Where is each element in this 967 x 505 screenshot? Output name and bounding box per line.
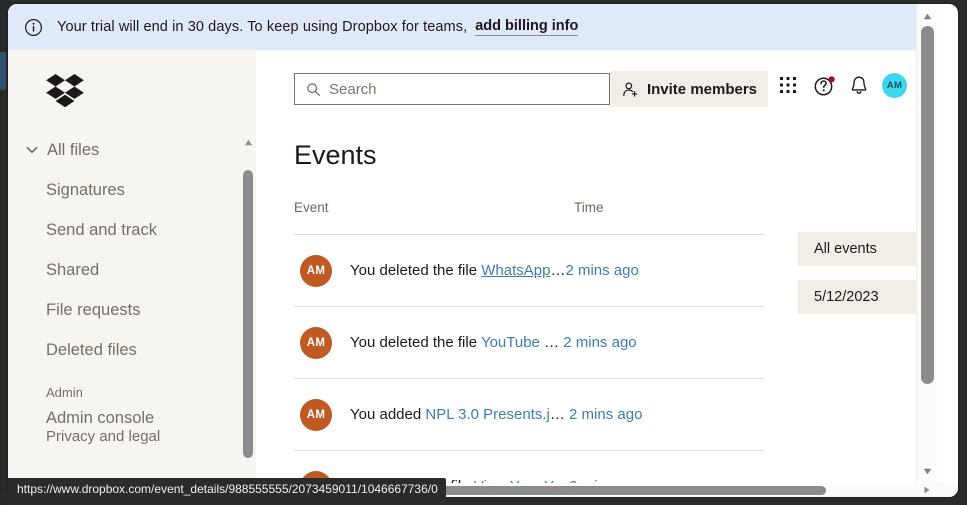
sidebar-scroll-up-arrow-icon[interactable] [240,134,256,150]
trial-banner: Your trial will end in 30 days. To keep … [8,4,937,50]
avatar: AM [300,255,332,287]
sidebar-item-label: Admin console [46,409,154,428]
events-table-header: Event Time [294,200,764,234]
sidebar-item-label: Send and track [46,221,157,240]
sidebar-item-label: Shared [46,261,99,280]
events-table: Event Time AM You deleted the file Whats… [294,200,764,483]
sidebar-item-label: File requests [46,301,140,320]
event-prefix: You deleted the file [350,262,481,279]
chevron-down-icon [23,141,41,159]
add-billing-info-link[interactable]: add billing info [475,18,578,36]
sidebar-item-deleted-files[interactable]: Deleted files [8,330,240,370]
sidebar-item-file-requests[interactable]: File requests [8,290,240,330]
avatar: AM [300,399,332,431]
sidebar-scroll-region: All files Signatures Send and track Shar… [8,130,240,483]
event-ellipsis: … [550,406,565,423]
sidebar-item-send-and-track[interactable]: Send and track [8,210,240,250]
invite-members-button[interactable]: Invite members [611,71,768,107]
sidebar-scrollbar-thumb[interactable] [243,170,253,458]
event-file-link[interactable]: YouTube [481,334,544,351]
column-header-time: Time [574,200,604,215]
page-vertical-scrollbar[interactable] [916,4,937,483]
sidebar-item-all-files[interactable]: All files [8,130,240,170]
window-accent-strip [0,52,6,90]
event-ellipsis: … [544,334,559,351]
column-header-event: Event [294,200,574,215]
scroll-right-arrow-icon[interactable] [917,483,937,497]
event-time[interactable]: 2 mins ago [569,406,642,423]
user-avatar[interactable]: AM [882,73,907,98]
avatar: AM [300,327,332,359]
browser-window: Your trial will end in 30 days. To keep … [8,4,958,497]
scrollbar-corner [937,483,958,497]
scroll-down-arrow-icon[interactable] [917,461,937,481]
sidebar-item-shared[interactable]: Shared [8,250,240,290]
event-prefix: You deleted the file [350,334,481,351]
desktop-background: Your trial will end in 30 days. To keep … [0,0,967,505]
help-circle-icon[interactable] [813,74,835,96]
invite-members-label: Invite members [647,81,757,98]
info-circle-icon [24,18,43,37]
page-vertical-scrollbar-thumb[interactable] [921,26,934,384]
table-row[interactable]: AM You added NPL 3.0 Presents.j… 2 mins … [294,379,764,451]
add-person-icon [622,81,639,98]
dropbox-logo[interactable] [46,74,84,108]
event-file-link[interactable]: WhatsApp [481,262,550,279]
trial-banner-text: Your trial will end in 30 days. To keep … [57,19,467,35]
sidebar-item-label: All files [47,141,99,160]
event-file-link[interactable]: NPL 3.0 Presents.j [425,406,550,423]
top-toolbar: Search Invite members [256,50,937,126]
scroll-up-arrow-icon[interactable] [917,6,937,26]
page-title: Events [294,140,377,171]
table-row[interactable]: AM You deleted the file YouTube … 2 mins… [294,307,764,379]
left-sidebar: All files Signatures Send and track Shar… [8,50,256,483]
bell-icon[interactable] [849,74,869,96]
table-row[interactable]: AM You deleted the file WhatsApp…2 mins … [294,235,764,307]
event-time[interactable]: 2 mins ago [565,262,638,279]
event-ellipsis: … [550,262,565,279]
sidebar-scrollbar-track[interactable] [240,150,256,483]
apps-grid-icon[interactable] [778,75,798,95]
sidebar-item-privacy-and-legal[interactable]: Privacy and legal [8,428,240,445]
event-description: You deleted the file YouTube … 2 mins ag… [350,334,637,351]
sidebar-item-label: Deleted files [46,341,137,360]
search-input[interactable]: Search [294,73,610,105]
event-description: You deleted the file WhatsApp…2 mins ago [350,262,639,279]
main-content: Search Invite members [256,50,937,483]
sidebar-scrollbar[interactable] [240,134,256,483]
event-description: You added NPL 3.0 Presents.j… 2 mins ago [350,406,642,423]
sidebar-item-label: Signatures [46,181,125,200]
page-viewport: Your trial will end in 30 days. To keep … [8,4,937,483]
status-bar-url: https://www.dropbox.com/event_details/98… [8,478,446,499]
sidebar-item-signatures[interactable]: Signatures [8,170,240,210]
sidebar-section-admin: Admin [8,370,240,404]
search-icon [306,82,321,97]
search-placeholder: Search [329,81,377,98]
notification-dot [829,76,835,82]
event-time[interactable]: 2 mins ago [563,334,636,351]
event-prefix: You added [350,406,425,423]
